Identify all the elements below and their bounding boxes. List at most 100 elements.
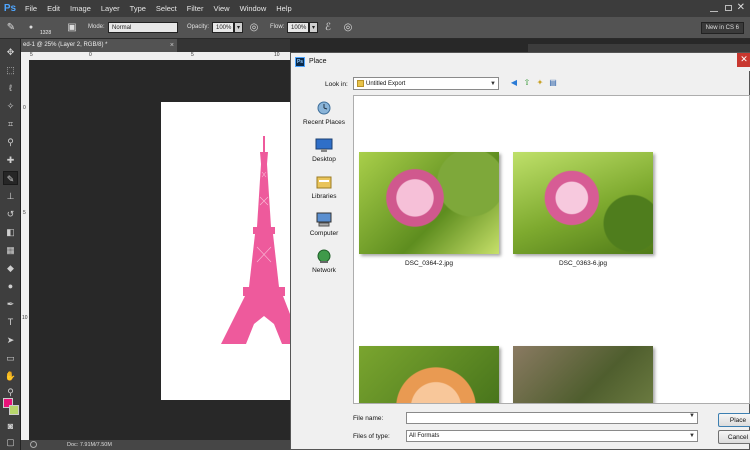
- blur-tool-icon[interactable]: ◆: [3, 261, 18, 275]
- file-thumbnail[interactable]: [513, 346, 653, 403]
- lasso-tool-icon[interactable]: ℓ: [3, 81, 18, 95]
- cancel-button[interactable]: Cancel: [718, 430, 750, 444]
- menu-type[interactable]: Type: [125, 0, 151, 17]
- view-menu-icon[interactable]: ▤: [548, 78, 558, 88]
- marquee-tool-icon[interactable]: ⬚: [3, 63, 18, 77]
- options-bar: ✎ ● 1328 ▣ Mode: Normal Opacity: 100% ▾ …: [0, 17, 750, 39]
- file-name-label: File name:: [353, 415, 384, 422]
- close-tab-icon[interactable]: ×: [170, 39, 174, 52]
- file-list[interactable]: DSC_0364-2.jpg DSC_0363-6.jpg: [353, 95, 750, 404]
- place-label: Computer: [309, 230, 339, 237]
- zoom-tool-icon[interactable]: ⚲: [3, 385, 18, 399]
- document-size: Doc: 7.91M/7.50M: [67, 442, 112, 448]
- file-name[interactable]: DSC_0363-6.jpg: [513, 260, 653, 267]
- file-thumbnail[interactable]: [359, 346, 499, 403]
- file-thumbnail[interactable]: [513, 152, 653, 254]
- files-of-type-select[interactable]: All Formats ▼: [406, 430, 698, 442]
- dialog-close-icon[interactable]: ✕: [737, 53, 750, 67]
- ruler-number: 5: [23, 210, 26, 216]
- look-in-value: Untitled Export: [366, 81, 406, 87]
- flow-dropdown[interactable]: ▾: [309, 22, 318, 33]
- place-desktop[interactable]: Desktop: [296, 138, 352, 163]
- document-canvas[interactable]: [161, 102, 290, 400]
- close-icon[interactable]: ✕: [737, 2, 745, 13]
- airbrush-icon[interactable]: ℰ: [321, 21, 335, 35]
- place-network[interactable]: Network: [296, 249, 352, 274]
- menu-view[interactable]: View: [208, 0, 234, 17]
- opacity-input[interactable]: 100%: [212, 22, 234, 33]
- document-tab-title: ed-1 @ 25% (Layer 2, RGB/8) *: [23, 42, 108, 48]
- eiffel-tower-image: [221, 136, 290, 344]
- brush-tool-icon[interactable]: ✎: [3, 171, 18, 185]
- brush-preset-icon[interactable]: ●: [24, 21, 38, 35]
- gradient-tool-icon[interactable]: ▦: [3, 243, 18, 257]
- place-button[interactable]: Place: [718, 413, 750, 427]
- vertical-ruler: 0 5 10: [21, 60, 29, 440]
- panel-dock: [528, 44, 750, 52]
- pen-tool-icon[interactable]: ✒: [3, 297, 18, 311]
- eraser-tool-icon[interactable]: ◧: [3, 225, 18, 239]
- ruler-number: 0: [23, 105, 26, 111]
- move-tool-icon[interactable]: ✥: [3, 45, 18, 59]
- menu-edit[interactable]: Edit: [42, 0, 65, 17]
- crop-tool-icon[interactable]: ⌗: [3, 117, 18, 131]
- menu-filter[interactable]: Filter: [182, 0, 209, 17]
- recent-places-icon: [317, 101, 331, 115]
- zoom-level-icon[interactable]: [30, 441, 37, 448]
- history-brush-tool-icon[interactable]: ↺: [3, 207, 18, 221]
- place-computer[interactable]: Computer: [296, 212, 352, 237]
- pressure-size-icon[interactable]: ◎: [341, 21, 355, 35]
- mode-label: Mode:: [88, 24, 105, 30]
- screen-mode-icon[interactable]: ▢: [3, 435, 18, 449]
- clone-stamp-tool-icon[interactable]: ⊥: [3, 189, 18, 203]
- menu-window[interactable]: Window: [235, 0, 272, 17]
- menu-image[interactable]: Image: [65, 0, 96, 17]
- menu-file[interactable]: File: [20, 0, 42, 17]
- type-tool-icon[interactable]: T: [3, 315, 18, 329]
- place-libraries[interactable]: Libraries: [296, 175, 352, 200]
- brush-panel-icon[interactable]: ▣: [65, 21, 79, 35]
- place-label: Libraries: [311, 193, 337, 200]
- quick-select-tool-icon[interactable]: ✧: [3, 99, 18, 113]
- horizontal-ruler: 5 0 5 10: [21, 52, 290, 60]
- up-folder-icon[interactable]: ⇧: [522, 78, 532, 88]
- opacity-dropdown[interactable]: ▾: [234, 22, 243, 33]
- file-name[interactable]: DSC_0364-2.jpg: [359, 260, 499, 267]
- ruler-number: 10: [22, 315, 28, 321]
- file-name-input[interactable]: ▼: [406, 412, 698, 424]
- pressure-opacity-icon[interactable]: ◎: [247, 21, 261, 35]
- desktop-icon: [315, 138, 333, 152]
- tools-panel: ✥ ⬚ ℓ ✧ ⌗ ⚲ ✚ ✎ ⊥ ↺ ◧ ▦ ◆ ● ✒ T ➤ ▭ ✋ ⚲ …: [0, 39, 21, 450]
- workspace-switcher[interactable]: New in CS 6: [700, 22, 744, 34]
- ruler-number: 10: [274, 52, 280, 58]
- path-select-tool-icon[interactable]: ➤: [3, 333, 18, 347]
- minimize-icon[interactable]: [710, 11, 718, 12]
- file-thumbnail[interactable]: [359, 152, 499, 254]
- look-in-select[interactable]: Untitled Export ▼: [353, 77, 499, 90]
- healing-tool-icon[interactable]: ✚: [3, 153, 18, 167]
- back-icon[interactable]: ◀: [509, 78, 519, 88]
- folder-icon: [357, 80, 364, 87]
- computer-icon: [316, 212, 332, 227]
- place-recent-places[interactable]: Recent Places: [296, 101, 352, 126]
- document-tab[interactable]: ed-1 @ 25% (Layer 2, RGB/8) * ×: [21, 39, 177, 52]
- quick-mask-icon[interactable]: ◙: [3, 419, 18, 433]
- libraries-icon: [316, 176, 332, 189]
- places-sidebar: Recent Places Desktop Libraries Computer…: [296, 95, 352, 445]
- photoshop-icon: Ps: [295, 57, 305, 67]
- menu-layer[interactable]: Layer: [96, 0, 125, 17]
- maximize-icon[interactable]: [725, 5, 732, 11]
- look-in-label: Look in:: [325, 81, 348, 88]
- flow-input[interactable]: 100%: [287, 22, 309, 33]
- menu-help[interactable]: Help: [271, 0, 296, 17]
- menu-select[interactable]: Select: [151, 0, 182, 17]
- mode-select[interactable]: Normal: [108, 22, 178, 33]
- new-folder-icon[interactable]: ✦: [535, 78, 545, 88]
- brush-tool-icon[interactable]: ✎: [4, 21, 18, 35]
- shape-tool-icon[interactable]: ▭: [3, 351, 18, 365]
- chevron-down-icon[interactable]: ▼: [689, 413, 695, 419]
- eyedropper-tool-icon[interactable]: ⚲: [3, 135, 18, 149]
- hand-tool-icon[interactable]: ✋: [3, 369, 18, 383]
- background-color-swatch[interactable]: [9, 405, 19, 415]
- dodge-tool-icon[interactable]: ●: [3, 279, 18, 293]
